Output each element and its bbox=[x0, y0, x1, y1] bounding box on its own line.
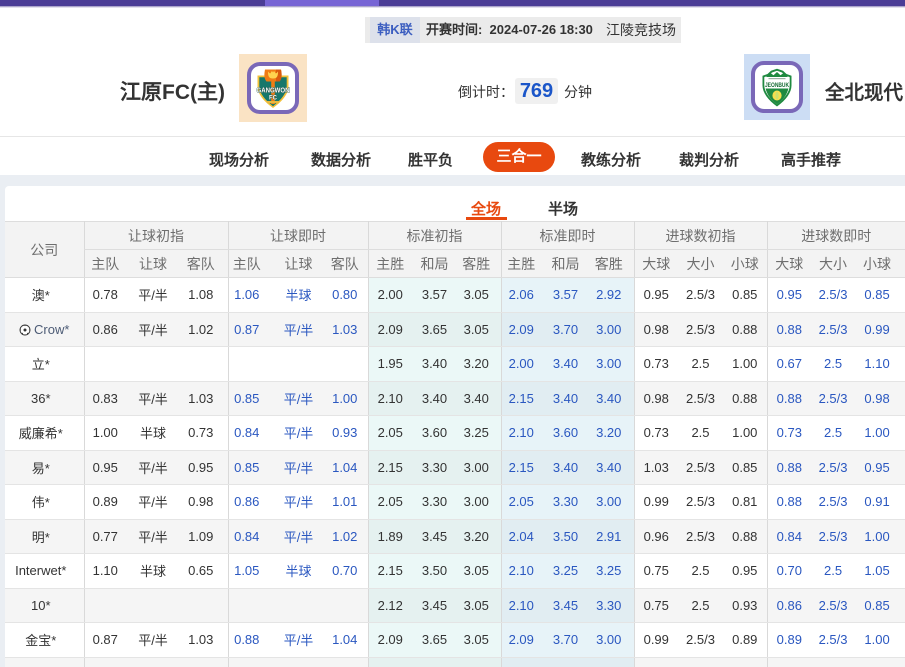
svg-text:FC: FC bbox=[269, 96, 278, 102]
svg-text:GANGWON: GANGWON bbox=[257, 86, 290, 95]
svg-text:JEONBUK: JEONBUK bbox=[765, 83, 790, 89]
